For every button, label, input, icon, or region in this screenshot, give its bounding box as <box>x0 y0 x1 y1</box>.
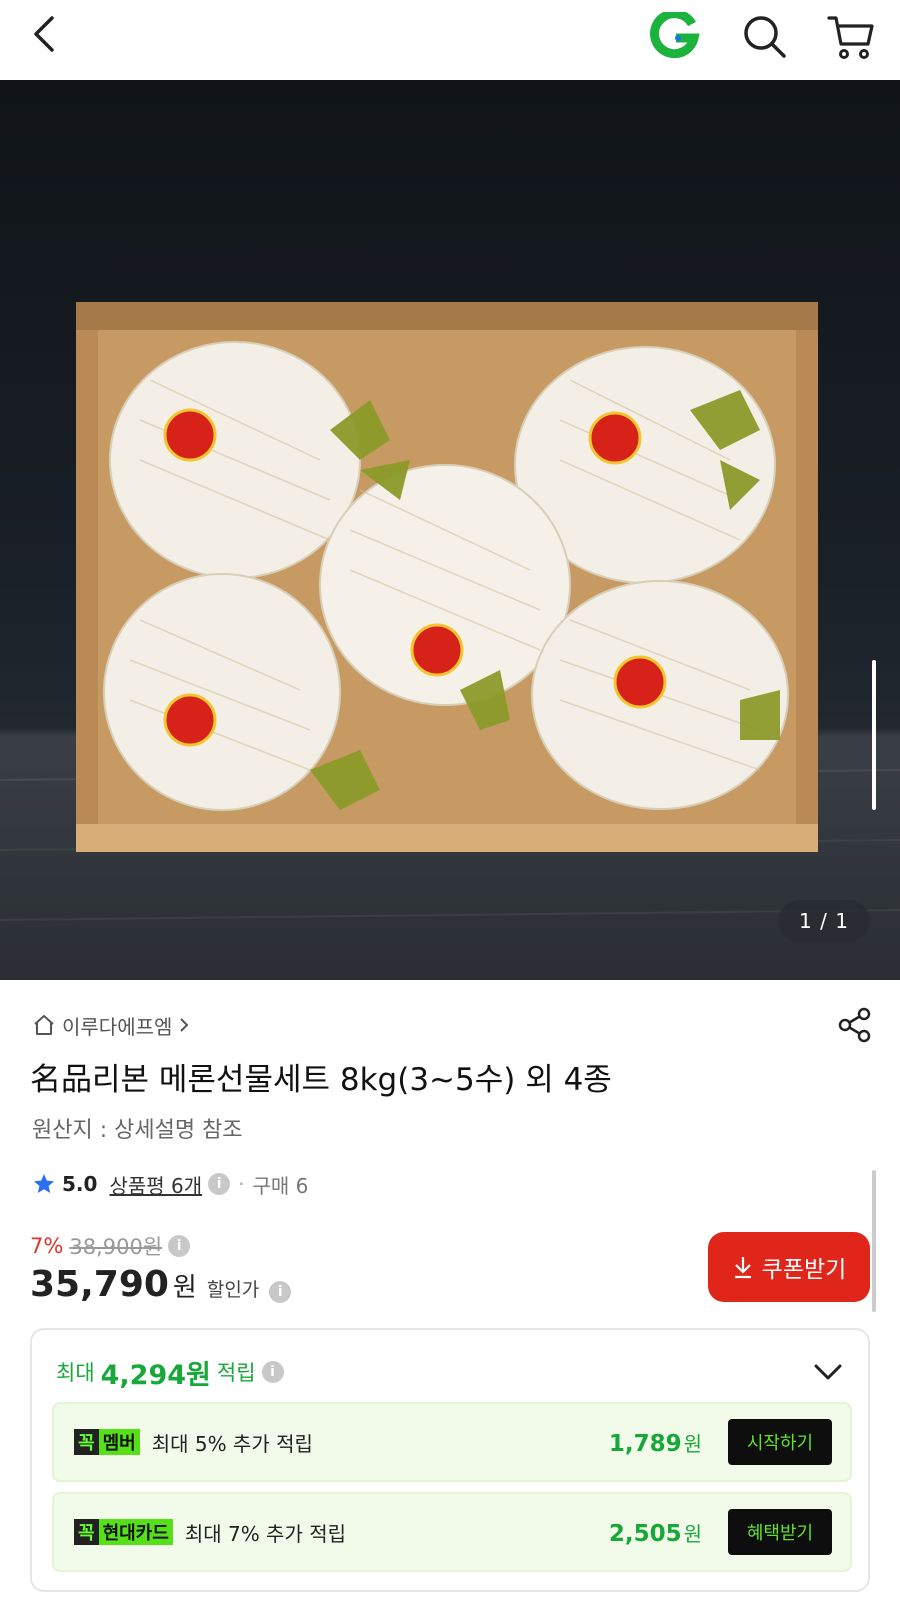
points-amount: 4,294원 <box>100 1359 211 1391</box>
purchase-count: 구매 6 <box>252 1173 309 1198</box>
cart-button[interactable] <box>826 12 876 62</box>
share-button[interactable] <box>836 1006 874 1044</box>
benefit-text: 최대 7% 추가 적립 <box>184 1521 347 1546</box>
sale-price-row: 35,790 원 할인가 i <box>30 1264 292 1308</box>
scrollbar[interactable] <box>872 1170 876 1312</box>
share-icon <box>838 1007 871 1043</box>
sale-price-unit: 원 <box>172 1273 197 1303</box>
top-bar <box>0 0 900 80</box>
download-icon <box>734 1257 751 1279</box>
member-badge: 꼭 멤버 <box>74 1429 140 1455</box>
coupon-button[interactable]: 쿠폰받기 <box>708 1232 870 1302</box>
points-panel: 최대 4,294원 적립 i 꼭 멤버 최대 5% 추가 적립 1,789 원 시… <box>30 1328 870 1592</box>
home-icon <box>34 1015 54 1035</box>
original-price: 38,900원 <box>69 1235 163 1259</box>
benefit-amount: 2,505 원 <box>608 1520 702 1547</box>
product-title: 名品리본 메론선물세트 8kg(3~5수) 외 4종 <box>30 1062 612 1098</box>
chevron-right-icon <box>180 1018 189 1032</box>
separator-dot: · <box>238 1172 245 1196</box>
info-icon[interactable]: i <box>168 1235 191 1257</box>
benefit-text: 최대 5% 추가 적립 <box>151 1431 313 1456</box>
info-icon[interactable]: i <box>208 1173 231 1195</box>
g-logo-icon[interactable] <box>648 9 700 60</box>
back-button[interactable] <box>26 14 66 54</box>
chevron-left-icon <box>34 16 54 52</box>
shop-name: 이루다에프엠 <box>62 1014 173 1039</box>
discount-rate: 7% <box>30 1234 64 1258</box>
sale-label: 할인가 <box>206 1279 260 1301</box>
rating-value: 5.0 <box>62 1172 98 1196</box>
cart-icon <box>827 16 874 59</box>
star-icon <box>34 1174 54 1193</box>
search-button[interactable] <box>740 12 788 60</box>
benefit-amount: 1,789 원 <box>608 1430 702 1457</box>
points-prefix: 최대 <box>56 1361 95 1385</box>
sale-price: 35,790 <box>30 1264 169 1305</box>
shop-link[interactable]: 이루다에프엠 <box>32 1010 190 1040</box>
original-price-row: 7% 38,900원 i <box>30 1232 191 1260</box>
points-suffix: 적립 <box>216 1361 256 1385</box>
rating-row: 5.0 상품평 6개 i · 구매 6 <box>32 1168 308 1200</box>
product-origin: 원산지 : 상세설명 참조 <box>32 1118 243 1143</box>
points-summary[interactable]: 최대 4,294원 적립 i <box>56 1352 284 1392</box>
start-button[interactable]: 시작하기 <box>728 1419 832 1465</box>
scroll-indicator <box>872 660 876 810</box>
coupon-button-label: 쿠폰받기 <box>761 1257 847 1283</box>
benefit-hyundai-card: 꼭 현대카드 최대 7% 추가 적립 2,505 원 혜택받기 <box>52 1492 852 1572</box>
review-link[interactable]: 상품평 6개 <box>109 1170 202 1199</box>
card-badge: 꼭 현대카드 <box>74 1519 173 1545</box>
chevron-down-icon[interactable] <box>812 1360 844 1384</box>
melon-box-illustration <box>0 302 900 921</box>
benefit-member: 꼭 멤버 최대 5% 추가 적립 1,789 원 시작하기 <box>52 1402 852 1482</box>
product-image[interactable]: 1 / 1 <box>0 80 900 980</box>
info-icon[interactable]: i <box>269 1281 292 1303</box>
search-icon <box>744 16 786 58</box>
image-counter: 1 / 1 <box>778 900 870 942</box>
get-benefit-button[interactable]: 혜택받기 <box>728 1509 832 1555</box>
info-icon[interactable]: i <box>261 1361 284 1383</box>
